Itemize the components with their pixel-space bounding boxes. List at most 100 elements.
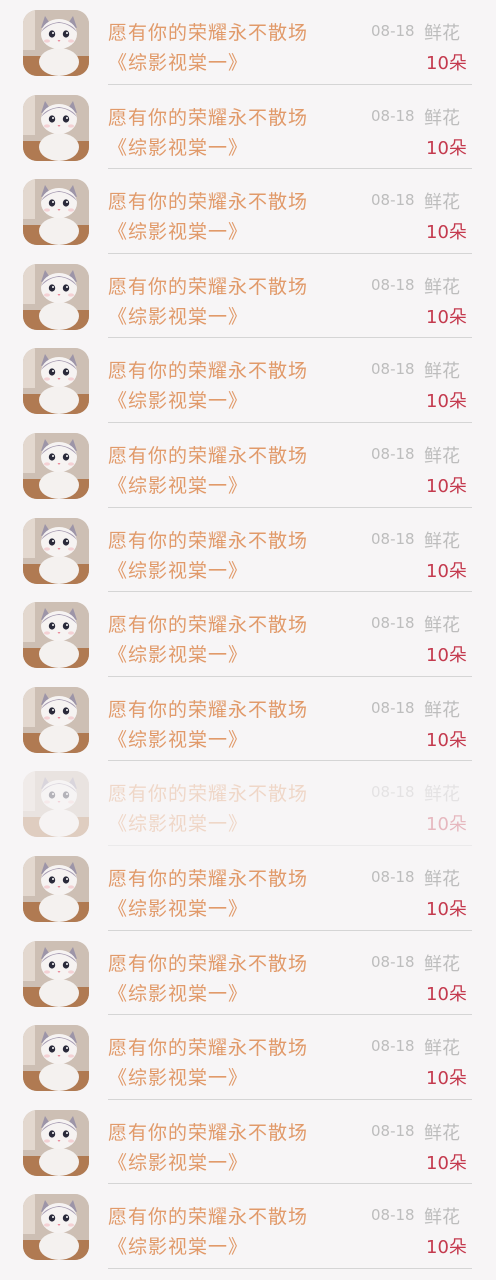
item-date: 08-18 (371, 22, 415, 40)
gift-count: 10朵 (426, 222, 467, 244)
item-subtitle: 《综影视棠一》 (108, 221, 249, 244)
avatar[interactable] (23, 94, 89, 161)
item-date: 08-18 (371, 106, 415, 125)
item-date: 08-18 (371, 867, 415, 886)
avatar[interactable] (23, 1109, 89, 1176)
item-subtitle: 《综影视棠一》 (108, 390, 249, 413)
item-subtitle: 《综影视棠一》 (108, 52, 249, 74)
list-item[interactable]: 愿有你的荣耀永不散场 《综影视棠一》 08-18 鲜花 10朵 (0, 338, 496, 423)
list-item[interactable]: 愿有你的荣耀永不散场 《综影视棠一》 08-18 鲜花 10朵 (0, 931, 496, 1016)
item-title: 愿有你的荣耀永不散场 (108, 360, 309, 383)
list-item[interactable]: 愿有你的荣耀永不散场 《综影视棠一》 08-18 鲜花 10朵 (0, 254, 496, 339)
item-title: 愿有你的荣耀永不散场 (108, 444, 309, 467)
kitten-avatar-icon (23, 179, 89, 246)
avatar[interactable] (23, 940, 89, 1007)
list-item[interactable]: 愿有你的荣耀永不散场 《综影视棠一》 08-18 鲜花 10朵 (0, 1100, 496, 1185)
item-title: 愿有你的荣耀永不散场 (108, 698, 309, 721)
list-item[interactable]: 愿有你的荣耀永不散场 《综影视棠一》 08-18 鲜花 10朵 (0, 0, 496, 85)
gift-count: 10朵 (426, 53, 467, 74)
gift-count: 10朵 (426, 729, 467, 751)
kitten-avatar-icon (23, 771, 89, 838)
gift-count: 10朵 (426, 814, 467, 836)
kitten-avatar-icon (23, 432, 89, 499)
avatar[interactable] (23, 517, 89, 584)
list-item[interactable]: 愿有你的荣耀永不散场 《综影视棠一》 08-18 鲜花 10朵 (0, 592, 496, 677)
gift-type: 鲜花 (424, 1122, 460, 1144)
gift-count: 10朵 (426, 137, 467, 159)
list-item[interactable]: 愿有你的荣耀永不散场 《综影视棠一》 08-18 鲜花 10朵 (0, 169, 496, 254)
item-title: 愿有你的荣耀永不散场 (108, 191, 309, 214)
list-item[interactable]: 愿有你的荣耀永不散场 《综影视棠一》 08-18 鲜花 10朵 (0, 761, 496, 846)
item-title: 愿有你的荣耀永不散场 (108, 614, 309, 637)
item-date: 08-18 (371, 952, 415, 971)
item-subtitle: 《综影视棠一》 (108, 136, 249, 159)
gift-count: 10朵 (426, 306, 467, 328)
gift-type: 鲜花 (424, 784, 460, 806)
gift-type: 鲜花 (424, 615, 460, 637)
avatar[interactable] (23, 348, 89, 415)
avatar[interactable] (23, 432, 89, 499)
item-date: 08-18 (371, 1206, 415, 1225)
kitten-avatar-icon (23, 94, 89, 161)
avatar[interactable] (23, 179, 89, 246)
item-date: 08-18 (371, 1037, 415, 1056)
item-subtitle: 《综影视棠一》 (108, 474, 249, 497)
item-title: 愿有你的荣耀永不散场 (108, 867, 309, 890)
avatar[interactable] (23, 263, 89, 330)
gift-type: 鲜花 (424, 23, 460, 44)
gift-type: 鲜花 (424, 953, 460, 975)
gift-type: 鲜花 (424, 192, 460, 214)
item-subtitle: 《综影视棠一》 (108, 1067, 249, 1090)
item-subtitle: 《综影视棠一》 (108, 305, 249, 328)
avatar[interactable] (23, 771, 89, 838)
item-date: 08-18 (371, 783, 415, 802)
gift-type: 鲜花 (424, 276, 460, 298)
item-title: 愿有你的荣耀永不散场 (108, 1206, 309, 1229)
gift-record-list: 愿有你的荣耀永不散场 《综影视棠一》 08-18 鲜花 10朵 愿有你的荣耀永不… (0, 0, 496, 1280)
gift-count: 10朵 (426, 560, 467, 582)
avatar[interactable] (23, 1194, 89, 1261)
gift-type: 鲜花 (424, 1038, 460, 1060)
item-date: 08-18 (371, 614, 415, 633)
avatar[interactable] (23, 686, 89, 753)
list-item[interactable]: 愿有你的荣耀永不散场 《综影视棠一》 08-18 鲜花 10朵 (0, 677, 496, 762)
item-subtitle: 《综影视棠一》 (108, 982, 249, 1005)
item-subtitle: 《综影视棠一》 (108, 813, 249, 836)
item-title: 愿有你的荣耀永不散场 (108, 1121, 309, 1144)
gift-type: 鲜花 (424, 530, 460, 552)
gift-count: 10朵 (426, 391, 467, 413)
gift-type: 鲜花 (424, 107, 460, 129)
item-subtitle: 《综影视棠一》 (108, 728, 249, 751)
gift-type: 鲜花 (424, 445, 460, 467)
list-item[interactable]: 愿有你的荣耀永不散场 《综影视棠一》 08-18 鲜花 10朵 (0, 508, 496, 593)
avatar[interactable] (23, 602, 89, 669)
kitten-avatar-icon (23, 686, 89, 753)
list-item[interactable]: 愿有你的荣耀永不散场 《综影视棠一》 08-18 鲜花 10朵 (0, 846, 496, 931)
item-subtitle: 《综影视棠一》 (108, 897, 249, 920)
avatar[interactable] (23, 10, 89, 76)
list-item[interactable]: 愿有你的荣耀永不散场 《综影视棠一》 08-18 鲜花 10朵 (0, 1184, 496, 1269)
item-date: 08-18 (371, 191, 415, 210)
kitten-avatar-icon (23, 1025, 89, 1092)
divider (108, 1267, 472, 1269)
list-item[interactable]: 愿有你的荣耀永不散场 《综影视棠一》 08-18 鲜花 10朵 (0, 85, 496, 170)
kitten-avatar-icon (23, 348, 89, 415)
gift-count: 10朵 (426, 475, 467, 497)
item-title: 愿有你的荣耀永不散场 (108, 529, 309, 552)
item-title: 愿有你的荣耀永不散场 (108, 1037, 309, 1060)
item-subtitle: 《综影视棠一》 (108, 644, 249, 667)
gift-type: 鲜花 (424, 1207, 460, 1229)
list-item[interactable]: 愿有你的荣耀永不散场 《综影视棠一》 08-18 鲜花 10朵 (0, 423, 496, 508)
item-date: 08-18 (371, 1121, 415, 1140)
avatar[interactable] (23, 1025, 89, 1092)
item-date: 08-18 (371, 698, 415, 717)
gift-count: 10朵 (426, 898, 467, 920)
item-date: 08-18 (371, 529, 415, 548)
gift-count: 10朵 (426, 1237, 467, 1259)
list-item[interactable]: 愿有你的荣耀永不散场 《综影视棠一》 08-18 鲜花 10朵 (0, 1015, 496, 1100)
item-date: 08-18 (371, 275, 415, 294)
kitten-avatar-icon (23, 1109, 89, 1176)
gift-type: 鲜花 (424, 361, 460, 383)
gift-count: 10朵 (426, 1068, 467, 1090)
avatar[interactable] (23, 855, 89, 922)
